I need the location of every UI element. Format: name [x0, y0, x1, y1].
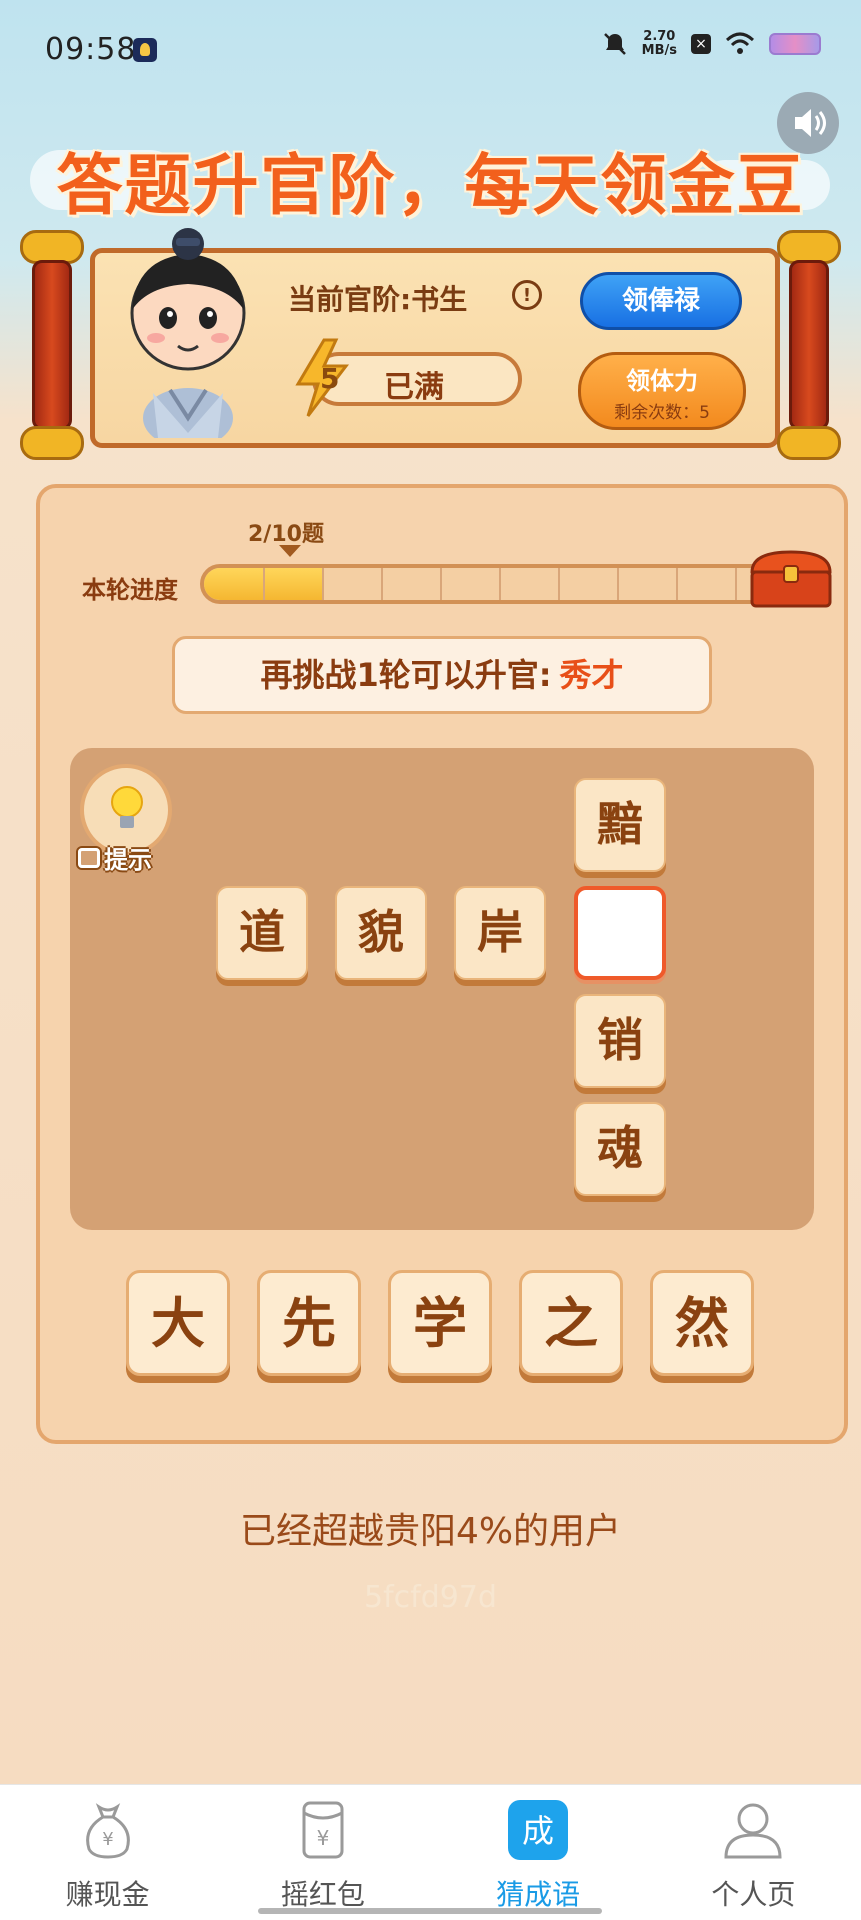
- choice-tile[interactable]: 大: [126, 1270, 230, 1376]
- video-ad-icon: [78, 847, 100, 868]
- progress-divider: [322, 568, 324, 600]
- wifi-icon: [725, 32, 755, 54]
- energy-count: 5: [320, 362, 340, 395]
- current-rank-label: 当前官阶:书生: [288, 283, 468, 316]
- battery-icon: [769, 33, 821, 55]
- svg-text:¥: ¥: [102, 1829, 113, 1850]
- progress-divider: [735, 568, 737, 600]
- scroll-roller-right: [777, 230, 841, 460]
- money-bag-icon: ¥: [85, 1803, 130, 1859]
- app-notification-icon: [133, 38, 157, 62]
- board-tile: 销: [574, 994, 666, 1088]
- progress-divider: [263, 568, 265, 600]
- energy-status: 已满: [384, 370, 444, 405]
- nav-item-guess-idiom[interactable]: 成 猜成语: [431, 1785, 646, 1920]
- light-bulb-icon: [111, 786, 143, 828]
- nav-label: 赚现金: [65, 1878, 150, 1911]
- network-speed: 2.70 MB/s: [641, 29, 677, 58]
- nav-item-profile[interactable]: 个人页: [646, 1785, 861, 1920]
- close-box-icon: ×: [691, 34, 711, 54]
- crossword-board: [70, 748, 814, 1230]
- claim-stamina-label: 领体力: [626, 367, 698, 395]
- claim-stamina-button[interactable]: 领体力 剩余次数：5: [578, 352, 746, 430]
- progress-marker: 2/10题: [248, 522, 324, 547]
- status-time: 09:58: [45, 32, 137, 67]
- red-packet-icon: ¥: [302, 1801, 344, 1859]
- progress-divider: [440, 568, 442, 600]
- progress-pointer: [279, 545, 301, 557]
- next-rank: 秀才: [559, 656, 624, 694]
- progress-bar: [200, 564, 798, 604]
- home-indicator[interactable]: [258, 1908, 602, 1914]
- svg-text:¥: ¥: [317, 1826, 330, 1850]
- user-code: 5fcfd97d: [364, 1580, 497, 1615]
- board-tile: 貌: [335, 886, 427, 980]
- progress-divider: [381, 568, 383, 600]
- nav-label: 摇红包: [280, 1878, 365, 1911]
- challenge-text: 再挑战1轮可以升官:: [260, 656, 552, 694]
- progress-label: 本轮进度: [82, 576, 178, 604]
- svg-text:成: 成: [522, 1812, 554, 1850]
- choice-tile[interactable]: 先: [257, 1270, 361, 1376]
- nav-item-red-packet[interactable]: ¥ 摇红包: [215, 1785, 430, 1920]
- progress-divider: [558, 568, 560, 600]
- status-icons: 2.70 MB/s ×: [602, 30, 821, 58]
- answer-slot[interactable]: [574, 886, 666, 980]
- mute-bell-icon: [603, 33, 626, 55]
- nav-item-earn-cash[interactable]: ¥ 赚现金: [0, 1785, 215, 1920]
- progress-divider: [676, 568, 678, 600]
- board-tile: 道: [216, 886, 308, 980]
- hint-label[interactable]: 提示: [78, 840, 152, 875]
- claim-salary-button[interactable]: 领俸禄: [580, 272, 742, 330]
- board-tile: 黯: [574, 778, 666, 872]
- choice-tile[interactable]: 之: [519, 1270, 623, 1376]
- stamina-remaining: 剩余次数：5: [614, 403, 710, 423]
- page-headline: 答题升官阶，每天领金豆: [56, 147, 805, 224]
- board-tile: 岸: [454, 886, 546, 980]
- rank-card: 当前官阶:书生 ! 5 已满 领俸禄 领体力 剩余次数：5: [20, 228, 841, 460]
- scroll-roller-left: [20, 230, 84, 460]
- nav-label: 个人页: [711, 1878, 796, 1911]
- surpass-text: 已经超越贵阳4%的用户: [239, 1511, 622, 1552]
- progress-divider: [617, 568, 619, 600]
- info-icon[interactable]: !: [512, 280, 542, 310]
- choice-tile[interactable]: 学: [388, 1270, 492, 1376]
- treasure-chest-icon[interactable]: [748, 548, 834, 610]
- person-icon: [724, 1803, 782, 1859]
- scholar-avatar: [130, 228, 246, 438]
- status-bar: 09:58 2.70 MB/s ×: [0, 0, 861, 100]
- board-tile: 魂: [574, 1102, 666, 1196]
- progress-divider: [499, 568, 501, 600]
- nav-label: 猜成语: [496, 1878, 581, 1911]
- bottom-nav: ¥ 赚现金 ¥ 摇红包 成 猜成语 个人页: [0, 1784, 861, 1920]
- choice-tile[interactable]: 然: [650, 1270, 754, 1376]
- challenge-banner: 再挑战1轮可以升官: 秀才: [172, 636, 712, 714]
- idiom-icon: 成: [508, 1800, 569, 1860]
